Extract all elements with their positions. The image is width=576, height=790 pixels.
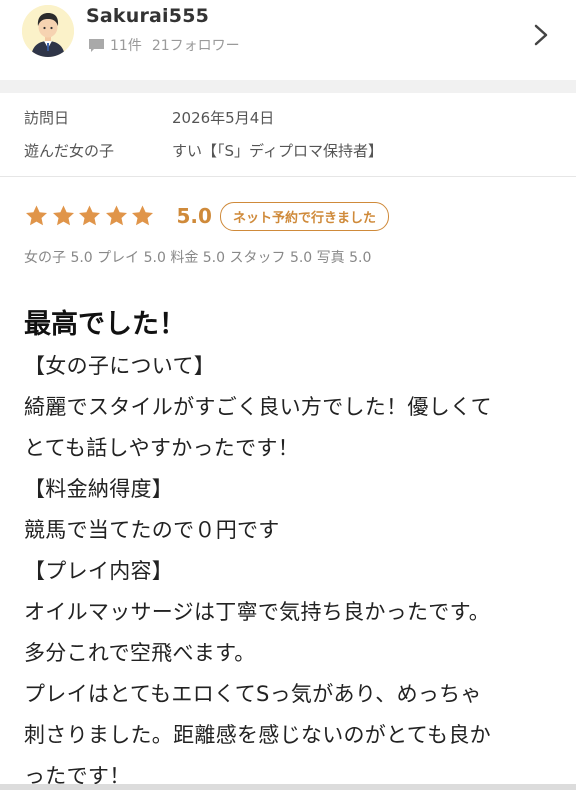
girl-value[interactable]: すい【「S」ディプロマ保持者】 <box>172 140 383 161</box>
visit-date-label: 訪問日 <box>24 109 70 127</box>
star-icon <box>52 205 74 226</box>
review-line: 【料金納得度】 <box>24 477 174 501</box>
visit-date-value: 2026年5月4日 <box>172 109 275 127</box>
girl-label: 遊んだ女の子 <box>24 142 115 160</box>
chat-bubble-icon <box>89 38 104 52</box>
rating-row: 5.0 ネット予約で行きました <box>24 200 389 232</box>
visit-info: 訪問日 2026年5月4日 遊んだ女の子 すい【「S」ディプロマ保持者】 <box>0 93 576 177</box>
star-rating <box>24 204 157 228</box>
avatar[interactable] <box>22 5 74 57</box>
profile-meta: 11件 21フォロワー <box>88 35 240 55</box>
sub-scores: 女の子 5.0 プレイ 5.0 料金 5.0 スタッフ 5.0 写真 5.0 <box>24 250 372 266</box>
username[interactable]: Sakurai555 <box>86 5 209 27</box>
review-count: 11件 <box>110 38 142 54</box>
star-icon <box>105 205 127 226</box>
reviewer-profile[interactable]: Sakurai555 11件 21フォロワー <box>0 0 576 80</box>
user-avatar-icon <box>22 5 74 57</box>
review-line: 【女の子について】 <box>24 354 216 378</box>
chevron-right-icon[interactable] <box>530 20 552 50</box>
review-line: 競馬で当てたので０円です <box>24 518 280 542</box>
review-line: とても話しやすかったです！ <box>24 436 300 460</box>
review-line: 綺麗でスタイルがすごく良い方でした！優しくて <box>24 395 492 419</box>
review-title: 最高でした！ <box>24 309 186 340</box>
review-line: 刺さりました。距離感を感じないのがとても良か <box>24 723 491 747</box>
review-line: 多分これで空飛べます。 <box>24 641 256 665</box>
review-line: プレイはとてもエロくてSっ気があり、めっちゃ <box>24 682 482 706</box>
follower-count: 21フォロワー <box>151 38 240 54</box>
star-icon <box>132 205 153 226</box>
bottom-edge <box>0 784 576 790</box>
net-booking-badge: ネット予約で行きました <box>219 201 389 231</box>
review-body: 【女の子について】綺麗でスタイルがすごく良い方でした！優しくて とても話しやすかっ… <box>24 346 554 790</box>
rating-score: 5.0 <box>176 204 212 228</box>
review-line: 【プレイ内容】 <box>24 559 174 583</box>
star-icon <box>26 205 47 226</box>
review-line: オイルマッサージは丁寧で気持ち良かったです。 <box>24 600 491 624</box>
star-icon <box>79 205 100 226</box>
section-divider <box>0 80 576 93</box>
